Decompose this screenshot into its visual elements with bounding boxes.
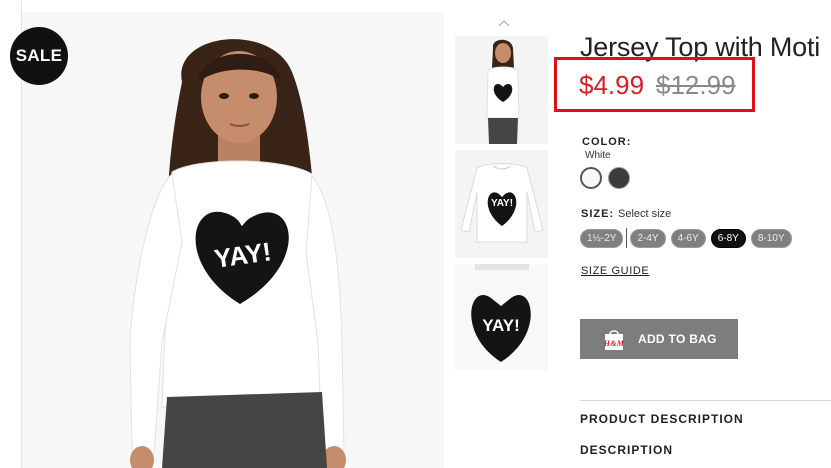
thumbnail-detail[interactable]: YAY! bbox=[455, 264, 548, 370]
bag-icon-logo: H&M bbox=[603, 339, 625, 348]
color-swatch-dark[interactable] bbox=[608, 167, 630, 189]
sale-badge: SALE bbox=[10, 27, 68, 85]
size-hint: Select size bbox=[618, 208, 672, 220]
product-description-heading[interactable]: PRODUCT DESCRIPTION bbox=[580, 412, 744, 426]
size-option-4-6y[interactable]: 4-6Y bbox=[670, 228, 706, 248]
description-text-clipped bbox=[580, 462, 831, 468]
size-option-1-5-2y[interactable]: 1½-2Y bbox=[580, 228, 624, 248]
selected-color: White bbox=[585, 150, 611, 161]
sale-price: $4.99 bbox=[579, 70, 645, 100]
description-divider bbox=[580, 400, 831, 401]
thumbnail-product-flat[interactable]: YAY! bbox=[455, 150, 548, 258]
product-main-image[interactable]: YAY! bbox=[22, 12, 444, 468]
description-heading: DESCRIPTION bbox=[580, 443, 674, 457]
color-swatch-white[interactable] bbox=[580, 167, 602, 189]
thumbnail-scroll-up-icon[interactable] bbox=[498, 18, 510, 28]
size-option-2-4y[interactable]: 2-4Y bbox=[630, 228, 666, 248]
size-guide-link[interactable]: SIZE GUIDE bbox=[581, 265, 649, 277]
svg-text:YAY!: YAY! bbox=[491, 198, 513, 209]
size-label: SIZE: bbox=[581, 208, 615, 220]
original-price: $12.99 bbox=[656, 70, 736, 100]
thumbnail-model[interactable] bbox=[455, 36, 548, 144]
size-option-6-8y[interactable]: 6-8Y bbox=[710, 228, 746, 248]
size-divider bbox=[626, 228, 628, 248]
svg-text:YAY!: YAY! bbox=[482, 316, 520, 335]
add-to-bag-button[interactable]: H&M ADD TO BAG bbox=[580, 319, 738, 359]
shopping-bag-icon: H&M bbox=[602, 327, 626, 351]
color-label: COLOR: bbox=[582, 136, 632, 148]
size-option-8-10y[interactable]: 8-10Y bbox=[750, 228, 792, 248]
size-options: 1½-2Y 2-4Y 4-6Y 6-8Y 8-10Y bbox=[580, 228, 792, 248]
add-to-bag-label: ADD TO BAG bbox=[638, 332, 717, 346]
